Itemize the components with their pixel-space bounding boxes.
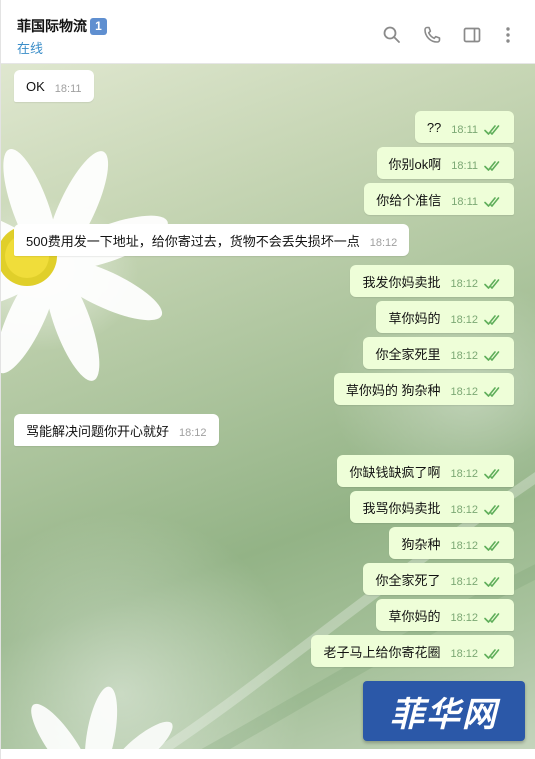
outgoing-message[interactable]: 你别ok啊 18:11 <box>376 147 514 179</box>
message-text: 你全家死里 <box>375 346 441 362</box>
read-ticks-icon <box>484 386 502 398</box>
message-time: 18:11 <box>54 83 82 95</box>
chat-title-row[interactable]: 菲国际物流 1 <box>17 16 107 36</box>
message-time: 18:12 <box>179 427 207 439</box>
read-ticks-icon <box>484 160 502 172</box>
chat-title: 菲国际物流 <box>17 18 87 34</box>
message-time: 18:12 <box>450 540 478 552</box>
message-text: 我骂你妈卖批 <box>362 500 441 516</box>
message-text: 你缺钱缺疯了啊 <box>349 464 441 480</box>
read-ticks-icon <box>484 612 502 624</box>
incoming-message[interactable]: 500费用发一下地址，给你寄过去，货物不会丢失损坏一点 18:12 <box>14 224 410 256</box>
outgoing-message[interactable]: 狗杂种 18:12 <box>389 527 514 559</box>
daisy-wallpaper-image <box>1 149 168 381</box>
message-text: 老子马上给你寄花圈 <box>323 644 441 660</box>
outgoing-message[interactable]: 我发你妈卖批 18:12 <box>350 265 514 297</box>
number-badge: 1 <box>90 17 107 35</box>
phone-icon[interactable] <box>422 25 442 45</box>
read-ticks-icon <box>484 350 502 362</box>
watermark-logo: 菲华网 <box>363 681 525 741</box>
message-time: 18:12 <box>450 386 478 398</box>
outgoing-message[interactable]: 你给个准信 18:11 <box>364 183 514 215</box>
sidebar-panel-icon[interactable] <box>462 25 482 45</box>
message-text: OK <box>26 78 45 94</box>
outgoing-message[interactable]: 你全家死里 18:12 <box>363 337 514 369</box>
message-text: 草你妈的 <box>388 310 441 326</box>
outgoing-message[interactable]: ?? 18:11 <box>414 111 514 143</box>
message-text: 狗杂种 <box>401 536 441 552</box>
message-text: 骂能解决问题你开心就好 <box>26 423 170 439</box>
message-text: 500费用发一下地址，给你寄过去，货物不会丢失损坏一点 <box>26 233 360 249</box>
read-ticks-icon <box>484 468 502 480</box>
read-ticks-icon <box>484 124 502 136</box>
message-time: 18:12 <box>450 350 478 362</box>
message-text: 你给个准信 <box>376 192 442 208</box>
message-text: 你别ok啊 <box>388 156 442 172</box>
search-icon[interactable] <box>382 25 402 45</box>
read-ticks-icon <box>484 648 502 660</box>
read-ticks-icon <box>484 196 502 208</box>
outgoing-message[interactable]: 草你妈的 18:12 <box>376 599 514 631</box>
read-ticks-icon <box>484 540 502 552</box>
message-text: 草你妈的 狗杂种 <box>345 382 441 398</box>
outgoing-message[interactable]: 你缺钱缺疯了啊 18:12 <box>337 455 514 487</box>
read-ticks-icon <box>484 278 502 290</box>
message-time: 18:12 <box>450 314 478 326</box>
outgoing-message[interactable]: 草你妈的 18:12 <box>376 301 514 333</box>
read-ticks-icon <box>484 314 502 326</box>
message-time: 18:12 <box>450 648 478 660</box>
bottom-edge <box>1 749 535 759</box>
message-text: ?? <box>426 119 442 135</box>
message-time: 18:11 <box>451 124 478 136</box>
watermark-text: 菲华网 <box>390 694 498 735</box>
message-text: 草你妈的 <box>388 608 441 624</box>
message-time: 18:11 <box>451 160 478 172</box>
online-status: 在线 <box>17 41 44 56</box>
outgoing-message[interactable]: 老子马上给你寄花圈 18:12 <box>311 635 514 667</box>
daisy-bottom-wallpaper-image <box>31 686 173 749</box>
message-time: 18:12 <box>450 504 478 516</box>
message-time: 18:12 <box>450 278 478 290</box>
outgoing-message[interactable]: 我骂你妈卖批 18:12 <box>350 491 514 523</box>
incoming-message[interactable]: OK 18:11 <box>14 70 94 102</box>
message-time: 18:11 <box>451 196 478 208</box>
message-time: 18:12 <box>369 237 398 249</box>
outgoing-message[interactable]: 你全家死了 18:12 <box>363 563 514 595</box>
window-frame: 菲国际物流 1 在线 OK 18:11 ?? 18:11 你别ok啊 18:11… <box>0 0 535 759</box>
incoming-message[interactable]: 骂能解决问题你开心就好 18:12 <box>14 414 219 446</box>
chat-area[interactable]: OK 18:11?? 18:11 你别ok啊 18:11 你给个准信 18:11 500费用发… <box>1 64 535 749</box>
message-time: 18:12 <box>450 612 478 624</box>
message-time: 18:12 <box>450 576 478 588</box>
outgoing-message[interactable]: 草你妈的 狗杂种 18:12 <box>333 373 514 405</box>
read-ticks-icon <box>484 576 502 588</box>
chat-header: 菲国际物流 1 在线 <box>1 0 535 64</box>
read-ticks-icon <box>484 504 502 516</box>
message-text: 你全家死了 <box>375 572 441 588</box>
more-vertical-icon[interactable] <box>498 25 518 45</box>
message-text: 我发你妈卖批 <box>362 274 441 290</box>
message-time: 18:12 <box>450 468 478 480</box>
